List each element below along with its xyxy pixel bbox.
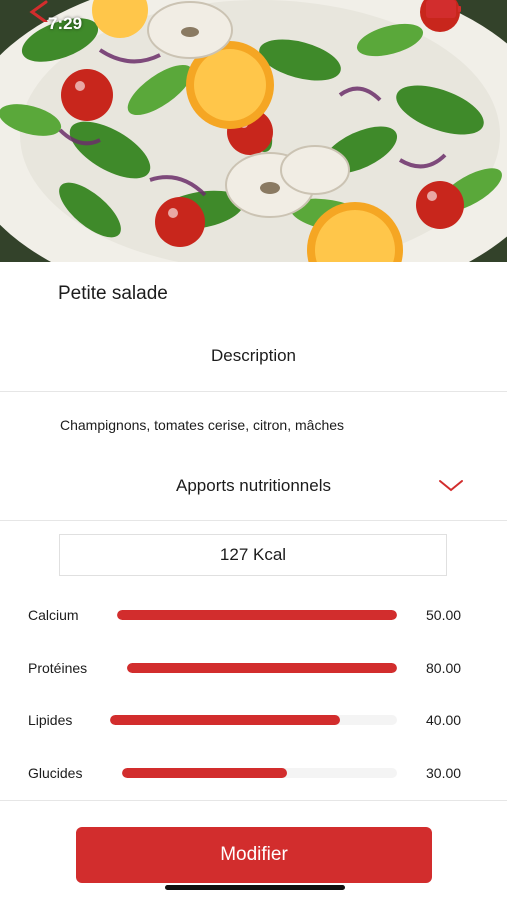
nutrient-bar-fill <box>127 663 397 673</box>
status-bar: 7:29 <box>0 0 507 44</box>
nutrient-bar <box>122 768 397 778</box>
divider <box>0 391 507 392</box>
nutrition-header[interactable]: Apports nutritionnels <box>0 476 507 496</box>
nutrient-bar <box>110 715 397 725</box>
nutrient-bar <box>117 610 397 620</box>
nutrient-bar-fill <box>110 715 340 725</box>
nutrient-row: Lipides 40.00 <box>0 710 507 730</box>
modify-button[interactable]: Modifier <box>76 827 432 883</box>
nutrient-bar-fill <box>122 768 287 778</box>
status-time: 7:29 <box>48 14 83 33</box>
chevron-down-icon[interactable] <box>438 478 464 494</box>
nutrient-value: 30.00 <box>426 765 462 781</box>
divider <box>0 520 507 521</box>
nutrient-row: Glucides 30.00 <box>0 763 507 783</box>
nutrient-value: 80.00 <box>426 660 462 676</box>
nutrient-label: Lipides <box>28 712 73 728</box>
nutrient-value: 50.00 <box>426 607 462 623</box>
battery-icon <box>426 0 461 18</box>
nutrient-bar <box>127 663 397 673</box>
description-text: Champignons, tomates cerise, citron, mâc… <box>60 417 345 433</box>
home-indicator[interactable] <box>165 885 345 890</box>
nutrient-label: Calcium <box>28 607 79 623</box>
nutrient-row: Calcium 50.00 <box>0 605 507 625</box>
nutrient-row: Protéines 80.00 <box>0 658 507 678</box>
description-header: Description <box>210 346 297 365</box>
calories-value: 127 Kcal <box>59 534 447 576</box>
nutrient-value: 40.00 <box>426 712 462 728</box>
nutrient-label: Glucides <box>28 765 83 781</box>
nutrient-bar-fill <box>117 610 397 620</box>
nutrient-label: Protéines <box>28 660 88 676</box>
divider <box>0 800 507 801</box>
dish-title: Petite salade <box>58 283 168 304</box>
